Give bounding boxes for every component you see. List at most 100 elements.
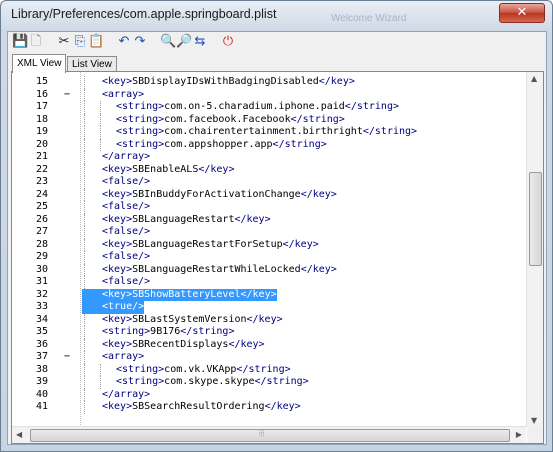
code-line[interactable]: 35 <string>9B176</string> bbox=[12, 326, 526, 339]
code-text: <key>SBRecentDisplays</key> bbox=[102, 339, 265, 352]
code-line[interactable]: 32 <key>SBShowBatteryLevel</key> bbox=[12, 288, 526, 301]
code-text: <key>SBLanguageRestartForSetup</key> bbox=[102, 239, 319, 252]
cut-icon[interactable]: ✂ bbox=[56, 34, 72, 50]
xml-tag: <string> bbox=[116, 376, 165, 387]
save-icon[interactable]: 💾 bbox=[12, 34, 28, 50]
line-number: 32 bbox=[35, 288, 48, 300]
indent-guide bbox=[84, 213, 86, 226]
copy-icon[interactable]: ⎘ bbox=[72, 34, 88, 50]
find-icon[interactable]: 🔍 bbox=[160, 34, 176, 50]
xml-tag: <false/> bbox=[102, 276, 151, 287]
replace-icon[interactable]: ⇆ bbox=[192, 34, 208, 50]
line-number: 31 bbox=[35, 276, 48, 287]
redo-icon[interactable]: ↷ bbox=[132, 34, 148, 50]
xml-editor[interactable]: 15 <key>SBDisplayIDsWithBadgingDisabled</… bbox=[11, 71, 544, 444]
xml-tag: <string> bbox=[116, 113, 165, 125]
xml-tag: <key> bbox=[102, 188, 133, 200]
code-line[interactable]: 16 − <array> bbox=[12, 88, 526, 102]
undo-icon[interactable]: ↶ bbox=[116, 34, 132, 50]
code-line[interactable]: 33 <true/> bbox=[12, 301, 526, 314]
xml-value: com.chairentertainment.birthright bbox=[164, 126, 363, 137]
code-line[interactable]: 21 </array> bbox=[12, 151, 526, 164]
code-line[interactable]: 38 <string>com.vk.VKApp</string> bbox=[12, 363, 526, 376]
xml-value: SBLanguageRestart bbox=[132, 213, 235, 225]
indent-guide bbox=[100, 363, 102, 376]
collapse-icon[interactable]: − bbox=[64, 89, 70, 102]
code-line[interactable]: 31 <false/> bbox=[12, 276, 526, 289]
xml-tag: <key> bbox=[102, 338, 133, 350]
code-line[interactable]: 34 <key>SBLastSystemVersion</key> bbox=[12, 313, 526, 326]
power-icon[interactable]: ⏻ bbox=[220, 34, 236, 50]
code-line[interactable]: 29 <false/> bbox=[12, 251, 526, 264]
code-line[interactable]: 17 <string>com.on-5.charadium.iphone.paid… bbox=[12, 101, 526, 114]
indent-guide bbox=[84, 313, 86, 326]
code-line[interactable]: 37 − <array> bbox=[12, 351, 526, 364]
code-line[interactable]: 23 <false/> bbox=[12, 176, 526, 189]
code-line[interactable]: 27 <false/> bbox=[12, 226, 526, 239]
indent-guide bbox=[84, 351, 86, 364]
code-line[interactable]: 30 <key>SBLanguageRestartWhileLocked</key… bbox=[12, 263, 526, 276]
vertical-scrollbar[interactable]: ▲ ▼ bbox=[526, 72, 543, 427]
line-number: 35 bbox=[35, 326, 48, 337]
code-line[interactable]: 15 <key>SBDisplayIDsWithBadgingDisabled</… bbox=[12, 76, 526, 89]
code-line[interactable]: 36 <key>SBRecentDisplays</key> bbox=[12, 338, 526, 352]
close-button[interactable]: ✕ bbox=[499, 3, 545, 23]
code-line[interactable]: 24 <key>SBInBuddyForActivationChange</key… bbox=[12, 188, 526, 201]
scroll-right-icon[interactable]: ▶ bbox=[516, 430, 522, 439]
xml-tag: <key> bbox=[102, 238, 133, 250]
code-text: <key>SBShowBatteryLevel</key> bbox=[102, 288, 277, 301]
code-text: <true/> bbox=[102, 301, 145, 314]
horizontal-scroll-thumb[interactable]: ⦙⦙⦙ bbox=[30, 429, 510, 442]
window-title: Library/Preferences/com.apple.springboar… bbox=[11, 7, 277, 21]
xml-value: SBRecentDisplays bbox=[132, 338, 229, 350]
code-line[interactable]: 39 <string>com.skype.skype</string> bbox=[12, 376, 526, 389]
code-text: <key>SBEnableALS</key> bbox=[102, 164, 234, 177]
indent-guide bbox=[84, 326, 86, 339]
line-number: 23 bbox=[35, 176, 48, 187]
xml-tag: </key> bbox=[264, 401, 301, 412]
title-bar[interactable]: Library/Preferences/com.apple.springboar… bbox=[1, 1, 552, 29]
indent-guide bbox=[100, 376, 102, 389]
xml-tag: <key> bbox=[102, 76, 133, 87]
tab-list-view[interactable]: List View bbox=[67, 56, 117, 72]
new-document-icon[interactable]: 🗋 bbox=[28, 34, 44, 50]
xml-tag: <key> bbox=[102, 401, 133, 412]
tab-xml-view[interactable]: XML View bbox=[12, 54, 67, 73]
code-line[interactable]: 28 <key>SBLanguageRestartForSetup</key> bbox=[12, 238, 526, 252]
paste-icon[interactable]: 📋 bbox=[88, 34, 104, 50]
indent-guide bbox=[84, 76, 86, 89]
xml-tag: <array> bbox=[102, 351, 145, 362]
horizontal-scrollbar[interactable]: ◀ ⦙⦙⦙ ▶ bbox=[12, 426, 526, 443]
code-line[interactable]: 25 <false/> bbox=[12, 201, 526, 214]
code-line[interactable]: 26 <key>SBLanguageRestart</key> bbox=[12, 213, 526, 227]
xml-tag: </string> bbox=[236, 363, 291, 375]
line-number: 34 bbox=[35, 313, 48, 325]
code-line[interactable]: 19 <string>com.chairentertainment.birthri… bbox=[12, 126, 526, 139]
scroll-left-icon[interactable]: ◀ bbox=[16, 430, 22, 439]
line-number: 41 bbox=[35, 401, 48, 412]
code-text: <false/> bbox=[102, 251, 150, 264]
code-text: <string>com.on-5.charadium.iphone.paid</… bbox=[116, 101, 399, 114]
xml-tag: <string> bbox=[116, 101, 165, 112]
xml-tag: </string> bbox=[180, 326, 235, 337]
code-text: <key>SBDisplayIDsWithBadgingDisabled</ke… bbox=[102, 76, 355, 89]
line-number: 15 bbox=[35, 76, 48, 87]
xml-tag: </key> bbox=[228, 338, 265, 350]
indent-guide bbox=[84, 226, 86, 239]
xml-tag: <false/> bbox=[102, 226, 151, 237]
xml-value: com.vk.VKApp bbox=[164, 363, 237, 375]
xml-tag: </array> bbox=[102, 388, 151, 400]
code-line[interactable]: 20 <string>com.appshopper.app</string> bbox=[12, 138, 526, 151]
indent-guide bbox=[84, 263, 86, 276]
code-line[interactable]: 22 <key>SBEnableALS</key> bbox=[12, 163, 526, 177]
code-text: <key>SBSearchResultOrdering</key> bbox=[102, 401, 301, 414]
collapse-icon[interactable]: − bbox=[64, 351, 70, 364]
scroll-down-icon[interactable]: ▼ bbox=[531, 416, 537, 425]
code-text: <key>SBLanguageRestart</key> bbox=[102, 214, 271, 227]
code-line[interactable]: 40 </array> bbox=[12, 388, 526, 401]
code-line[interactable]: 18 <string>com.facebook.Facebook</string> bbox=[12, 113, 526, 126]
code-line[interactable]: 41 <key>SBSearchResultOrdering</key> bbox=[12, 401, 526, 414]
find-next-icon[interactable]: 🔎 bbox=[176, 34, 192, 50]
scroll-up-icon[interactable]: ▲ bbox=[531, 74, 537, 83]
vertical-scroll-thumb[interactable] bbox=[529, 172, 542, 266]
